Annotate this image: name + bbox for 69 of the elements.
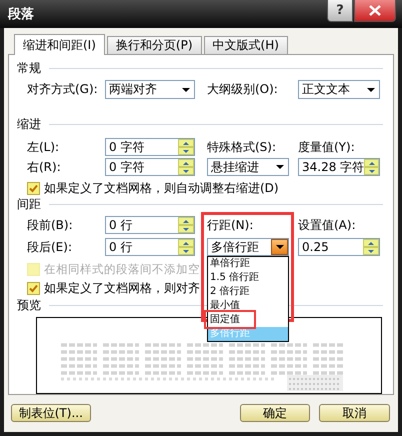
field-label: 度量值(Y): [298,138,355,156]
spin-down-button[interactable] [178,225,194,234]
checkbox[interactable] [27,282,40,296]
spin-up-button[interactable] [178,239,194,248]
field-label: 设置值(A): [298,216,356,234]
tab[interactable]: 换行和分页(P) [106,36,202,54]
alignment-select[interactable]: 两端对齐 [105,80,195,100]
checkbox[interactable] [27,182,40,196]
up-arrow-icon [183,220,189,223]
section-title: 间距 [17,196,41,214]
spacing-value-field[interactable]: 0.25 [298,238,380,256]
checkbox-label: 在相同样式的段落间不添加空 [44,262,200,278]
spin-up-button[interactable] [178,217,194,226]
section-title: 缩进 [17,116,41,134]
up-arrow-icon [183,242,189,245]
spin-down-button[interactable] [178,147,194,156]
close-button[interactable] [354,0,396,22]
dialog-button[interactable]: 制表位(T)... [11,404,91,422]
section-title: 常规 [17,60,41,77]
checkbox-label: 如果定义了文档网格，则对齐 [44,280,200,298]
caret-icon [276,165,284,170]
tab[interactable]: 缩进和间距(I) [14,34,105,55]
spin-up-button[interactable] [178,159,194,168]
caret-icon [366,88,374,92]
spin-down-button[interactable] [363,247,379,256]
checkmark-icon [29,184,38,194]
special-indent-select[interactable]: 悬挂缩进 [207,158,289,176]
up-arrow-icon [183,142,189,145]
spin-down-button[interactable] [178,167,194,176]
field-label: 段前(B): [27,216,73,234]
outline-level-select[interactable]: 正文文本 [298,80,380,100]
down-arrow-icon [183,150,189,153]
dialog-button[interactable]: 取消 [319,404,390,422]
up-arrow-icon [183,162,189,165]
spin-down-button[interactable] [364,167,379,176]
close-icon [369,5,381,16]
right-indent-field[interactable]: 0 字符 [105,158,195,176]
checkbox-label: 如果定义了文档网格，则自动调整右缩进(D) [44,180,279,198]
field-label: 对齐方式(G): [27,81,98,98]
down-arrow-icon [183,228,189,231]
down-arrow-icon [183,250,189,253]
window-title: 段落 [8,6,34,23]
caret-icon [182,88,190,92]
field-label: 行距(N): [207,216,254,234]
dropdown-button[interactable] [271,239,288,256]
checkmark-icon [29,284,38,294]
indent-amount-field[interactable]: 34.28 字符 [298,158,380,176]
section-title: 预览 [17,297,41,314]
spin-up-button[interactable] [178,139,194,148]
field-label: 大纲级别(O): [207,81,278,98]
left-indent-field[interactable]: 0 字符 [105,138,195,156]
dialog-button[interactable]: 确定 [240,404,310,422]
down-arrow-icon [368,170,375,173]
space-after-field[interactable]: 0 行 [105,238,195,256]
down-arrow-icon [368,250,374,253]
tab[interactable]: 中文版式(H) [204,36,288,54]
spin-up-button[interactable] [364,159,379,168]
up-arrow-icon [368,162,375,165]
spin-down-button[interactable] [178,247,194,256]
up-arrow-icon [368,242,374,245]
help-button[interactable]: ? [327,0,353,22]
field-label: 右(R): [27,158,61,176]
caret-icon [276,245,284,250]
field-label: 特殊格式(S): [207,138,276,156]
spin-up-button[interactable] [363,239,379,248]
field-label: 左(L): [27,138,60,156]
field-label: 段后(E): [27,238,72,256]
space-before-field[interactable]: 0 行 [105,216,195,234]
down-arrow-icon [183,170,189,173]
